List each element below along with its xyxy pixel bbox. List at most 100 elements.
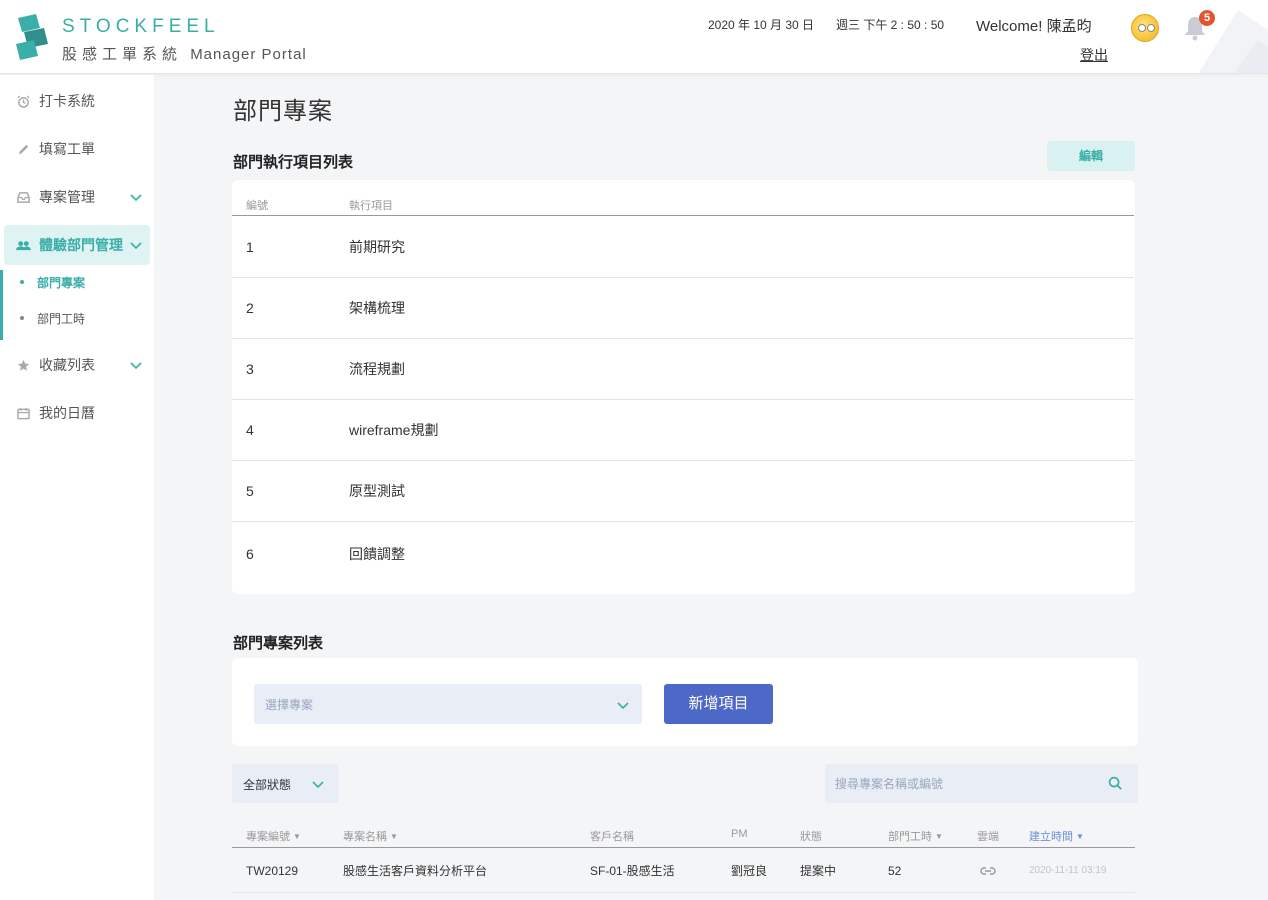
column-header-status: 狀態 — [800, 831, 822, 843]
column-header-pm: PM — [731, 828, 748, 840]
sidebar-item-label: 專案管理 — [39, 189, 95, 205]
table-row[interactable]: TW20129 股感生活客戶資料分析平台 SF-01-股感生活 劉冠良 提案中 … — [232, 849, 1135, 893]
row-number: 4 — [246, 422, 254, 438]
stockfeel-logo-icon[interactable] — [14, 14, 50, 60]
table-row: 3 流程規劃 — [232, 339, 1134, 400]
sidebar-item-label: 填寫工單 — [39, 141, 95, 157]
sort-down-icon: ▼ — [390, 832, 398, 841]
row-number: 3 — [246, 361, 254, 377]
row-item: wireframe規劃 — [349, 422, 439, 438]
sidebar-submenu: 部門專案 部門工時 — [0, 270, 154, 340]
row-number: 2 — [246, 300, 254, 316]
sidebar-subitem-label: 部門工時 — [37, 311, 86, 326]
edit-button[interactable]: 編輯 — [1047, 141, 1135, 171]
column-header-item: 執行項目 — [349, 200, 393, 212]
sidebar-item-project-management[interactable]: 專案管理 — [0, 177, 154, 217]
sort-down-icon: ▼ — [935, 832, 943, 841]
page-title: 部門專案 — [233, 98, 333, 125]
project-add-panel: 選擇專案 新增項目 — [232, 658, 1138, 746]
brand-name: 股感工單系統 Manager Portal — [62, 43, 307, 64]
top-header: STOCKFEEL 股感工單系統 Manager Portal 2020 年 1… — [0, 0, 1268, 74]
cell-project-id: TW20129 — [246, 864, 299, 878]
add-item-button[interactable]: 新增項目 — [664, 684, 773, 724]
header-label: 專案名稱 — [343, 831, 387, 843]
column-header-hours[interactable]: 部門工時 ▼ — [888, 828, 943, 844]
sidebar-item-label: 我的日曆 — [39, 405, 95, 421]
sidebar-item-ux-department[interactable]: 體驗部門管理 — [4, 225, 150, 265]
column-header-client: 客戶名稱 — [590, 831, 634, 843]
sort-down-icon: ▼ — [1076, 832, 1084, 841]
table-row: 2 架構梳理 — [232, 278, 1134, 339]
header-decoration-icon — [1198, 10, 1268, 73]
row-number: 5 — [246, 483, 254, 499]
search-icon[interactable] — [1108, 776, 1123, 791]
header-label: 專案編號 — [246, 831, 290, 843]
bullet-icon — [20, 280, 24, 284]
column-header-created[interactable]: 建立時間 ▼ — [1029, 828, 1084, 844]
column-header-project-name[interactable]: 專案名稱 ▼ — [343, 828, 398, 844]
column-header-cloud: 雲端 — [977, 831, 999, 843]
project-section-title: 部門專案列表 — [233, 635, 324, 652]
column-header-number: 編號 — [246, 200, 268, 212]
users-icon — [15, 237, 31, 253]
chevron-down-icon[interactable] — [129, 238, 143, 252]
brand-name-en: STOCKFEEL — [62, 16, 220, 37]
sidebar-item-favorites[interactable]: 收藏列表 — [0, 345, 154, 385]
row-item: 前期研究 — [349, 239, 405, 255]
sidebar-item-my-calendar[interactable]: 我的日曆 — [0, 393, 154, 433]
pencil-icon — [15, 141, 31, 157]
exec-section-title: 部門執行項目列表 — [233, 154, 354, 171]
logout-link[interactable]: 登出 — [1080, 45, 1108, 65]
row-number: 6 — [246, 546, 254, 562]
chevron-down-icon[interactable] — [129, 190, 143, 204]
chevron-down-icon[interactable] — [129, 358, 143, 372]
status-filter-select[interactable]: 全部狀態 — [232, 764, 339, 803]
chevron-down-icon — [617, 702, 629, 710]
sidebar-item-label: 打卡系統 — [39, 93, 95, 109]
row-item: 原型測試 — [349, 483, 405, 499]
table-row: 6 回饋調整 — [232, 524, 1134, 585]
brand-name-zh: 股感工單系統 — [62, 46, 183, 63]
inbox-icon — [15, 189, 31, 205]
project-select[interactable]: 選擇專案 — [254, 684, 642, 724]
sidebar-subitem-department-projects[interactable]: 部門專案 — [3, 270, 154, 294]
alarm-clock-icon — [15, 93, 31, 109]
cell-pm: 劉冠良 — [731, 864, 768, 878]
link-icon[interactable] — [980, 864, 996, 878]
column-header-project-id[interactable]: 專案編號 ▼ — [246, 828, 301, 844]
exec-items-table: 編號 執行項目 1 前期研究 2 架構梳理 3 流程規劃 4 wireframe… — [232, 180, 1135, 594]
cell-created: 2020-11-11 03:19 — [1029, 865, 1107, 876]
cell-project-name: 股感生活客戶資料分析平台 — [343, 864, 488, 878]
sidebar-item-fill-ticket[interactable]: 填寫工單 — [0, 129, 154, 169]
select-placeholder: 選擇專案 — [265, 698, 314, 712]
sidebar-subitem-department-hours[interactable]: 部門工時 — [3, 306, 154, 330]
row-item: 架構梳理 — [349, 300, 405, 316]
table-row: 5 原型測試 — [232, 461, 1134, 522]
welcome-text: Welcome! 陳孟昀 — [976, 18, 1092, 35]
sidebar-item-clock-in[interactable]: 打卡系統 — [0, 81, 154, 121]
bullet-icon — [20, 316, 24, 320]
star-icon — [15, 357, 31, 373]
status-filter-value: 全部狀態 — [243, 778, 292, 792]
table-row: 1 前期研究 — [232, 217, 1134, 278]
row-item: 回饋調整 — [349, 546, 405, 562]
row-item: 流程規劃 — [349, 361, 405, 377]
table-header: 編號 執行項目 — [232, 180, 1134, 216]
header-label: 部門工時 — [888, 831, 932, 843]
table-row: 4 wireframe規劃 — [232, 400, 1134, 461]
search-box — [825, 764, 1138, 803]
sidebar-item-label: 體驗部門管理 — [39, 237, 123, 253]
project-table-header: 專案編號 ▼ 專案名稱 ▼ 客戶名稱 PM 狀態 部門工時 ▼ 雲端 建立時間 ▼ — [232, 820, 1135, 848]
sort-down-icon: ▼ — [293, 832, 301, 841]
chevron-down-icon — [312, 781, 324, 789]
cell-status: 提案中 — [800, 864, 837, 878]
cell-hours: 52 — [888, 864, 902, 878]
search-input[interactable] — [825, 764, 1105, 803]
calendar-icon — [15, 405, 31, 421]
header-date: 2020 年 10 月 30 日 — [708, 18, 815, 32]
sidebar-subitem-label: 部門專案 — [37, 275, 86, 290]
row-number: 1 — [246, 239, 254, 255]
sidebar-item-label: 收藏列表 — [39, 357, 95, 373]
cell-client: SF-01-股感生活 — [590, 864, 675, 878]
header-time: 週三 下午 2 : 50 : 50 — [836, 18, 945, 32]
